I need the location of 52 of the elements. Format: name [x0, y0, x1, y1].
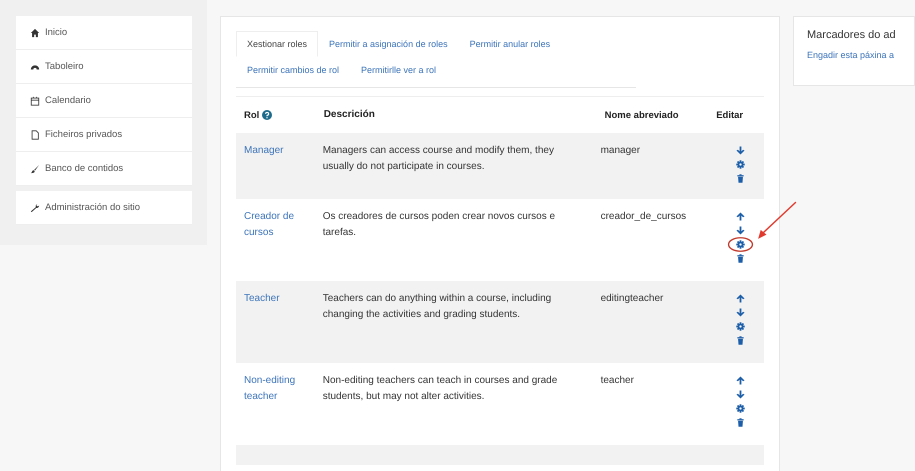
- column-header: Editar: [716, 110, 744, 120]
- trash-icon[interactable]: [736, 174, 745, 183]
- down-arrow-icon[interactable]: [736, 308, 745, 317]
- table-cell-text: editingteacher: [600, 292, 664, 306]
- table-cell-text: creador_de_cursos: [600, 210, 688, 224]
- down-arrow-icon[interactable]: [736, 226, 745, 235]
- home-icon: [30, 28, 40, 38]
- sidebar-item[interactable]: Ficheiros privados: [16, 118, 192, 152]
- sidebar-item[interactable]: Calendario: [16, 84, 192, 118]
- sidebar-item[interactable]: Banco de contidos: [16, 152, 192, 186]
- sidebar-item[interactable]: Taboleiro: [16, 50, 192, 84]
- calendar-icon: [30, 96, 40, 106]
- tab[interactable]: Permitir a asignación de roles: [318, 31, 459, 57]
- settings-icon[interactable]: [736, 404, 745, 413]
- table-cell-text: Os creadores de cursos poden crear novos cursos e tarefas.: [322, 210, 556, 240]
- column-header: Rol: [244, 110, 260, 120]
- sidebar-item[interactable]: Administración do sitio: [16, 191, 192, 225]
- help-icon[interactable]: [262, 110, 272, 120]
- trash-icon[interactable]: [736, 254, 745, 263]
- tab[interactable]: Permitir anular roles: [458, 31, 562, 57]
- trash-icon[interactable]: [736, 336, 745, 345]
- table-cell-text: Managers can access course and modify them, they usually do not participate in courses.: [322, 144, 555, 174]
- table-cell-text: Non-editing teachers can teach in courses and grade students, but may not alter activities.: [322, 374, 558, 404]
- tab[interactable]: Permitirlle ver a rol: [350, 57, 448, 83]
- trash-icon[interactable]: [736, 418, 745, 427]
- file-icon: [30, 130, 40, 140]
- role-link[interactable]: Non-editing teacher: [244, 373, 306, 405]
- role-link[interactable]: Teacher: [244, 291, 306, 307]
- settings-icon[interactable]: [736, 160, 745, 169]
- annotation-circle: [726, 236, 754, 253]
- table-cell-text: manager: [600, 144, 642, 158]
- table-cell-text: teacher: [600, 374, 635, 388]
- settings-icon[interactable]: [736, 240, 745, 249]
- column-header: Nome abreviado: [604, 110, 680, 120]
- settings-icon[interactable]: [736, 322, 745, 331]
- brush-icon: [30, 164, 40, 174]
- wrench-icon: [30, 202, 40, 212]
- annotation-arrow: [756, 200, 798, 242]
- down-arrow-icon[interactable]: [736, 146, 745, 155]
- table-cell-text: Teachers can do anything within a course, including changing the activities and grading students.: [322, 292, 552, 322]
- column-header: Descrición: [324, 108, 376, 122]
- up-arrow-icon[interactable]: [736, 376, 745, 385]
- role-link[interactable]: Creador de cursos: [244, 209, 306, 241]
- up-arrow-icon[interactable]: [736, 294, 745, 303]
- sidebar-item[interactable]: Inicio: [16, 16, 192, 50]
- down-arrow-icon[interactable]: [736, 390, 745, 399]
- tab[interactable]: Permitir cambios de rol: [236, 57, 350, 83]
- tab[interactable]: Xestionar roles: [236, 31, 318, 57]
- up-arrow-icon[interactable]: [736, 212, 745, 221]
- block-title: Marcadores do ad: [807, 29, 897, 41]
- bookmark-link[interactable]: Engadir esta páxina a: [807, 50, 914, 60]
- role-link[interactable]: Manager: [244, 143, 306, 159]
